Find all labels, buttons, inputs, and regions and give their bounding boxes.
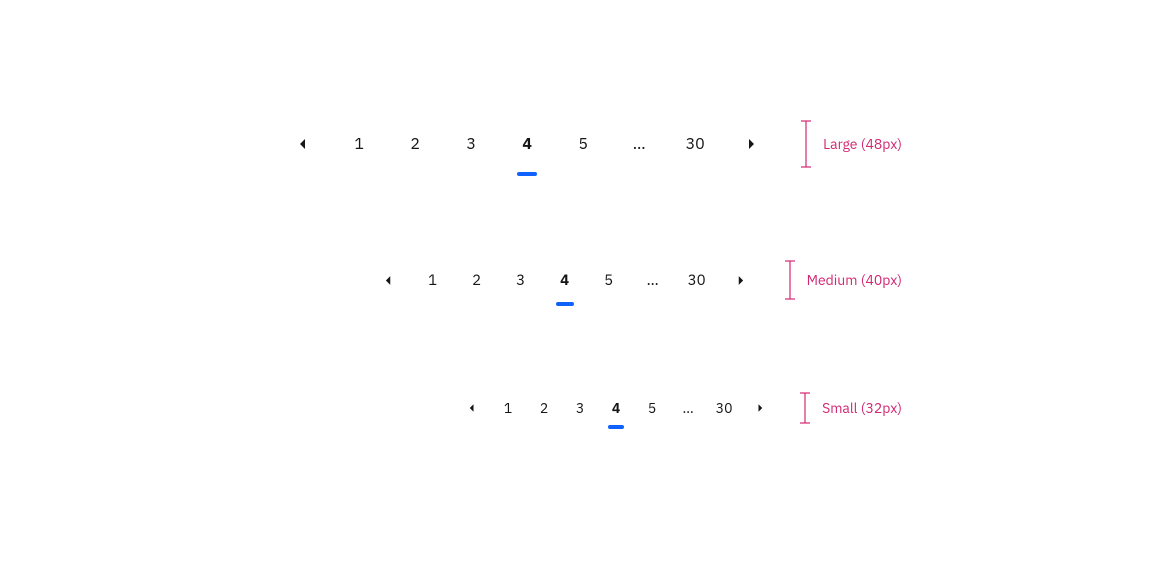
page-4-active[interactable]: 4: [598, 392, 634, 424]
caret-left-icon: [299, 138, 307, 150]
page-overflow-ellipsis: …: [670, 392, 706, 424]
page-1[interactable]: 1: [490, 392, 526, 424]
page-3[interactable]: 3: [443, 120, 499, 168]
pagination-row-large: 1 2 3 4 5 … 30 Large (48px): [0, 120, 1152, 168]
caret-right-icon: [757, 403, 763, 413]
next-page-button[interactable]: [723, 120, 779, 168]
size-annotation-large: Large (48px): [799, 120, 902, 168]
caret-left-icon: [469, 403, 475, 413]
pagination-large: 1 2 3 4 5 … 30: [275, 120, 779, 168]
page-overflow-ellipsis: …: [631, 260, 675, 300]
page-5[interactable]: 5: [555, 120, 611, 168]
page-3[interactable]: 3: [562, 392, 598, 424]
page-3[interactable]: 3: [499, 260, 543, 300]
prev-page-button[interactable]: [275, 120, 331, 168]
next-page-button[interactable]: [742, 392, 778, 424]
size-label-medium: Medium (40px): [807, 271, 902, 289]
page-1[interactable]: 1: [331, 120, 387, 168]
page-2[interactable]: 2: [455, 260, 499, 300]
caret-left-icon: [385, 275, 392, 286]
size-annotation-small: Small (32px): [798, 392, 902, 424]
next-page-button[interactable]: [719, 260, 763, 300]
size-label-small: Small (32px): [822, 399, 902, 417]
pagination-medium: 1 2 3 4 5 … 30: [367, 260, 763, 300]
pagination-small: 1 2 3 4 5 … 30: [454, 392, 778, 424]
page-last[interactable]: 30: [667, 120, 723, 168]
pagination-row-medium: 1 2 3 4 5 … 30 Medium (40px): [0, 260, 1152, 300]
prev-page-button[interactable]: [454, 392, 490, 424]
measure-bracket-icon: [783, 260, 799, 300]
measure-bracket-icon: [798, 392, 814, 424]
page-last[interactable]: 30: [706, 392, 742, 424]
page-2[interactable]: 2: [526, 392, 562, 424]
caret-right-icon: [747, 138, 755, 150]
page-5[interactable]: 5: [587, 260, 631, 300]
size-label-large: Large (48px): [823, 135, 902, 153]
pagination-row-small: 1 2 3 4 5 … 30 Small (32px): [0, 392, 1152, 424]
page-last[interactable]: 30: [675, 260, 719, 300]
page-2[interactable]: 2: [387, 120, 443, 168]
page-overflow-ellipsis: …: [611, 120, 667, 168]
measure-bracket-icon: [799, 120, 815, 168]
caret-right-icon: [737, 275, 744, 286]
size-annotation-medium: Medium (40px): [783, 260, 902, 300]
page-5[interactable]: 5: [634, 392, 670, 424]
page-1[interactable]: 1: [411, 260, 455, 300]
prev-page-button[interactable]: [367, 260, 411, 300]
page-4-active[interactable]: 4: [499, 120, 555, 168]
page-4-active[interactable]: 4: [543, 260, 587, 300]
